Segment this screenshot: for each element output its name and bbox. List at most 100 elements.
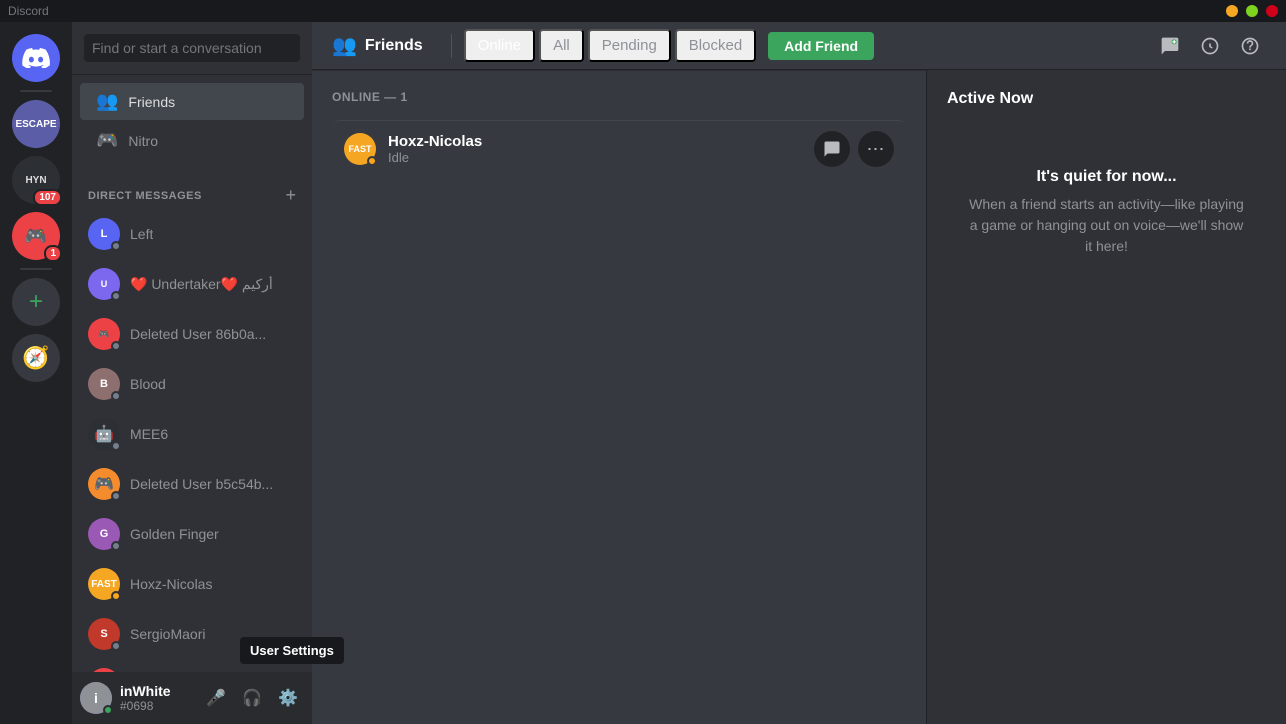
active-now-title: Active Now bbox=[947, 90, 1266, 108]
friend-name: Hoxz-Nicolas bbox=[388, 133, 814, 150]
list-item[interactable]: 🤖 MEE6 bbox=[80, 410, 304, 458]
avatar: 🎮 bbox=[88, 318, 120, 350]
message-friend-button[interactable] bbox=[814, 131, 850, 167]
add-dm-button[interactable]: + bbox=[285, 185, 296, 206]
top-nav-right bbox=[1154, 30, 1266, 62]
friend-actions: ⋯ bbox=[814, 131, 894, 167]
table-row[interactable]: FAST Hoxz-Nicolas Idle ⋯ bbox=[332, 120, 906, 177]
server-hyn-label: HYN bbox=[25, 175, 46, 186]
search-input[interactable] bbox=[84, 34, 300, 62]
status-indicator bbox=[111, 541, 121, 551]
sidebar-item-nitro[interactable]: 🎮 Nitro bbox=[80, 122, 304, 159]
server-3-label: 🎮 bbox=[25, 226, 47, 247]
server-sidebar: ESCAPE HYN 107 🎮 1 + 🧭 bbox=[0, 22, 72, 724]
friend-info: Hoxz-Nicolas Idle bbox=[388, 133, 814, 165]
sidebar-item-friends[interactable]: 👥 Friends bbox=[80, 83, 304, 120]
avatar: B bbox=[88, 368, 120, 400]
tab-blocked[interactable]: Blocked bbox=[675, 29, 756, 62]
list-item[interactable]: U ❤️ Undertaker❤️ أركيم bbox=[80, 260, 304, 308]
app-layout: ESCAPE HYN 107 🎮 1 + 🧭 bbox=[0, 22, 1286, 724]
list-item[interactable]: G Golden Finger bbox=[80, 510, 304, 558]
sidebar-item-friends-label: Friends bbox=[128, 94, 175, 110]
server-hyn-badge: 107 bbox=[33, 189, 62, 206]
more-options-button[interactable]: ⋯ bbox=[858, 131, 894, 167]
dm-item-name: SergioMaori bbox=[130, 626, 205, 642]
sidebar-item-nitro-label: Nitro bbox=[128, 133, 158, 149]
server-3[interactable]: 🎮 1 bbox=[12, 212, 60, 260]
deafen-button[interactable]: 🎧 bbox=[236, 682, 268, 714]
avatar: S bbox=[88, 618, 120, 650]
tab-online[interactable]: Online bbox=[464, 29, 535, 62]
friend-avatar: FAST bbox=[344, 133, 376, 165]
status-indicator bbox=[111, 441, 121, 451]
list-item[interactable]: B Blood bbox=[80, 360, 304, 408]
dm-section-header: DIRECT MESSAGES + bbox=[72, 169, 312, 210]
active-now-panel: Active Now It's quiet for now... When a … bbox=[926, 70, 1286, 724]
list-item[interactable]: L Left bbox=[80, 210, 304, 258]
status-indicator bbox=[111, 491, 121, 501]
user-panel: i inWhite #0698 🎤 🎧 ⚙️ bbox=[72, 672, 312, 724]
friends-area: ONLINE — 1 FAST Hoxz-Nicolas Idle bbox=[312, 70, 1286, 724]
friends-nav-icon: 👥 bbox=[332, 33, 357, 58]
status-indicator bbox=[111, 641, 121, 651]
top-nav: 👥 Friends Online All Pending Blocked Add… bbox=[312, 22, 1286, 70]
server-separator bbox=[20, 90, 52, 92]
user-tag: #0698 bbox=[120, 699, 192, 713]
active-now-empty: It's quiet for now... When a friend star… bbox=[947, 128, 1266, 297]
list-item[interactable]: 🎮 Deleted User 86b0a... bbox=[80, 310, 304, 358]
dm-sidebar: 👥 Friends 🎮 Nitro DIRECT MESSAGES + L Le… bbox=[72, 22, 312, 724]
dm-item-name: Hoxz-Nicolas bbox=[130, 576, 212, 592]
avatar: L bbox=[88, 218, 120, 250]
dm-search-area bbox=[72, 22, 312, 75]
status-indicator bbox=[111, 291, 121, 301]
user-panel-actions: 🎤 🎧 ⚙️ bbox=[200, 682, 304, 714]
user-info: inWhite #0698 bbox=[120, 683, 192, 713]
status-indicator bbox=[367, 156, 377, 166]
titlebar: Discord bbox=[0, 0, 1286, 22]
status-indicator bbox=[111, 591, 121, 601]
user-avatar: i bbox=[80, 682, 112, 714]
list-item[interactable]: FAST Hoxz-Nicolas bbox=[80, 560, 304, 608]
page-title-text: Friends bbox=[365, 37, 423, 55]
list-item[interactable]: 🎮 Deleted User b5c54b... bbox=[80, 460, 304, 508]
close-button[interactable] bbox=[1266, 5, 1278, 17]
app-title: Discord bbox=[8, 4, 49, 18]
mute-button[interactable]: 🎤 bbox=[200, 682, 232, 714]
avatar: U bbox=[88, 268, 120, 300]
avatar: G bbox=[88, 518, 120, 550]
add-server-button[interactable]: + bbox=[12, 278, 60, 326]
window-controls bbox=[1226, 5, 1278, 17]
friends-icon: 👥 bbox=[96, 91, 118, 112]
add-friend-button[interactable]: Add Friend bbox=[768, 32, 874, 60]
inbox-button[interactable] bbox=[1194, 30, 1226, 62]
dm-item-name: Deleted User b5c54b... bbox=[130, 476, 273, 492]
add-server-icon: + bbox=[29, 290, 43, 314]
active-now-empty-desc: When a friend starts an activity—like pl… bbox=[967, 194, 1246, 257]
tab-pending[interactable]: Pending bbox=[588, 29, 671, 62]
help-button[interactable] bbox=[1234, 30, 1266, 62]
server-hyn[interactable]: HYN 107 bbox=[12, 156, 60, 204]
main-content: 👥 Friends Online All Pending Blocked Add… bbox=[312, 22, 1286, 724]
user-settings-button[interactable]: ⚙️ bbox=[272, 682, 304, 714]
minimize-button[interactable] bbox=[1226, 5, 1238, 17]
discover-button[interactable]: 🧭 bbox=[12, 334, 60, 382]
new-dm-button[interactable] bbox=[1154, 30, 1186, 62]
status-indicator bbox=[111, 391, 121, 401]
more-icon: ⋯ bbox=[867, 139, 886, 160]
discord-home-button[interactable] bbox=[12, 34, 60, 82]
username: inWhite bbox=[120, 683, 192, 699]
list-item[interactable]: 🎮 Gran Kain bbox=[80, 660, 304, 672]
dm-nav: 👥 Friends 🎮 Nitro bbox=[72, 75, 312, 169]
maximize-button[interactable] bbox=[1246, 5, 1258, 17]
dm-item-name: Golden Finger bbox=[130, 526, 219, 542]
tab-all[interactable]: All bbox=[539, 29, 584, 62]
page-title: 👥 Friends bbox=[332, 33, 423, 58]
list-item[interactable]: S SergioMaori bbox=[80, 610, 304, 658]
server-escape[interactable]: ESCAPE bbox=[12, 100, 60, 148]
dm-item-name: Blood bbox=[130, 376, 166, 392]
user-status-dot bbox=[103, 705, 113, 715]
avatar: 🤖 bbox=[88, 418, 120, 450]
friends-list: ONLINE — 1 FAST Hoxz-Nicolas Idle bbox=[312, 70, 926, 724]
active-now-empty-title: It's quiet for now... bbox=[967, 168, 1246, 186]
server-3-badge: 1 bbox=[44, 245, 62, 262]
